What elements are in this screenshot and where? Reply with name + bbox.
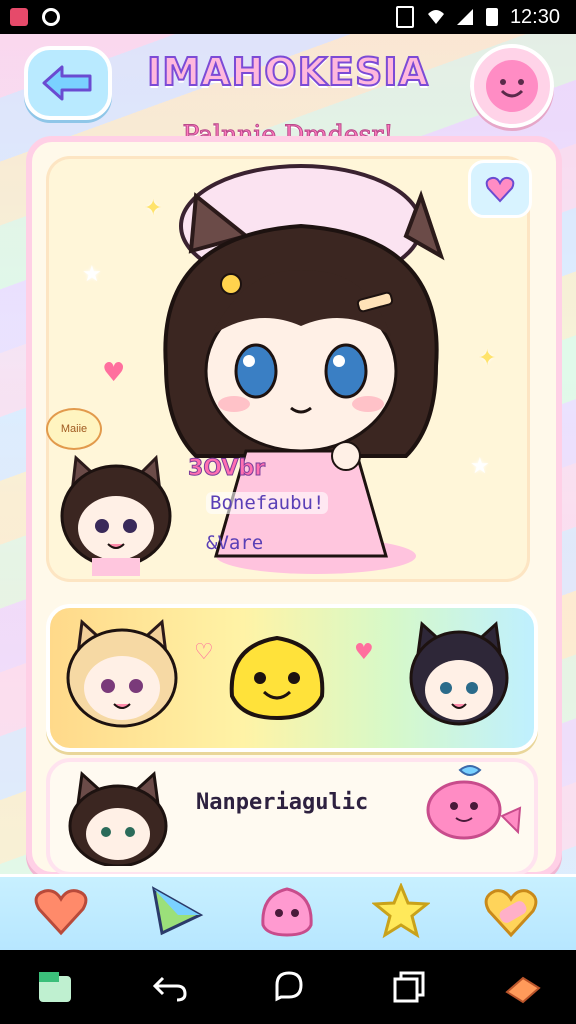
heart-decoration-icon: ♥ <box>354 640 374 665</box>
stat-label-1: 3OVbr <box>187 456 266 482</box>
small-chibi-character[interactable] <box>52 452 182 576</box>
nav-home-button[interactable] <box>264 962 314 1012</box>
stat-label-3: &Vare <box>206 532 264 554</box>
back-arrow-icon <box>153 976 187 1002</box>
heart-decoration-icon: ♡ <box>194 640 214 665</box>
signal-bars-icon <box>456 8 474 26</box>
star-icon: ★ <box>470 454 490 479</box>
nav-back-button[interactable] <box>146 962 196 1012</box>
sync-icon <box>42 8 60 26</box>
toolbar-bandage-button[interactable] <box>480 880 542 942</box>
profile-button[interactable] <box>470 44 554 128</box>
home-bubble-icon <box>275 971 303 1002</box>
heart-bubble-button[interactable] <box>468 160 532 218</box>
friend-blonde-character[interactable] <box>60 618 184 734</box>
app-shortcut-icon <box>39 972 71 1002</box>
bottom-chibi-character <box>68 770 168 866</box>
app-icon <box>10 8 28 26</box>
toolbar-star-button[interactable] <box>370 880 432 942</box>
wifi-icon <box>426 8 444 26</box>
bandage-heart-icon <box>484 889 538 938</box>
toolbar-slime-button[interactable] <box>256 880 318 942</box>
bottom-card-label: Nanperiagulic <box>196 790 369 815</box>
status-bar: 12:30 <box>0 0 576 34</box>
sparkle-icon: ✦ <box>478 346 497 371</box>
status-time: 12:30 <box>509 5 560 28</box>
triangle-icon <box>151 886 204 936</box>
star-icon <box>372 883 430 939</box>
friend-dark-hair-character[interactable] <box>404 620 514 732</box>
star-icon: ★ <box>82 262 102 287</box>
yellow-slime-character[interactable] <box>222 626 332 726</box>
nav-recents-button[interactable] <box>384 962 434 1012</box>
pink-blob-character <box>426 765 522 840</box>
smiley-face-icon <box>486 60 538 112</box>
slime-icon <box>261 887 313 937</box>
back-button[interactable] <box>24 46 112 120</box>
status-left <box>0 8 60 26</box>
stat-label-2: Bonefaubu! <box>206 492 329 514</box>
recents-icon <box>393 971 425 1003</box>
battery-icon <box>485 8 498 26</box>
toolbar-heart-button[interactable] <box>30 880 92 942</box>
game-title: IMAHOKESIA <box>146 49 429 95</box>
heart-icon <box>485 176 515 203</box>
status-right: 12:30 <box>395 5 576 29</box>
sparkle-icon: ✦ <box>144 196 163 221</box>
arrow-left-icon <box>42 65 92 101</box>
toolbar-triangle-button[interactable] <box>146 880 208 942</box>
heart-icon <box>34 889 88 936</box>
speech-bubble: Maiie <box>46 408 102 450</box>
heart-decoration-icon: ♥ <box>102 358 126 388</box>
book-icon <box>505 976 541 1004</box>
nav-app-button[interactable] <box>30 962 80 1012</box>
signal-icon <box>395 6 414 28</box>
nav-extra-button[interactable] <box>498 962 548 1012</box>
